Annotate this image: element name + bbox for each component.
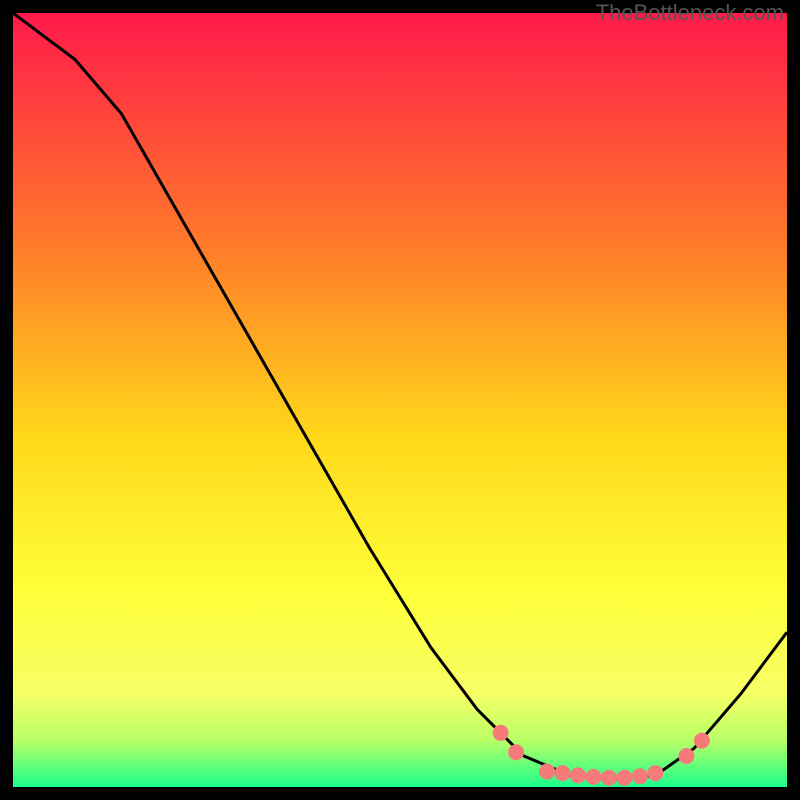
data-dot — [508, 744, 524, 760]
data-dot — [617, 770, 633, 786]
data-dot — [632, 768, 648, 784]
data-dot — [539, 764, 555, 780]
data-dot — [601, 770, 617, 786]
data-dot — [694, 733, 710, 749]
data-dot — [586, 769, 602, 785]
watermark-text: TheBottleneck.com — [596, 0, 784, 26]
data-dot — [555, 765, 571, 781]
data-dot — [493, 725, 509, 741]
data-dot — [570, 767, 586, 783]
data-dot — [678, 748, 694, 764]
bottleneck-chart — [13, 13, 787, 787]
data-dot — [647, 765, 663, 781]
